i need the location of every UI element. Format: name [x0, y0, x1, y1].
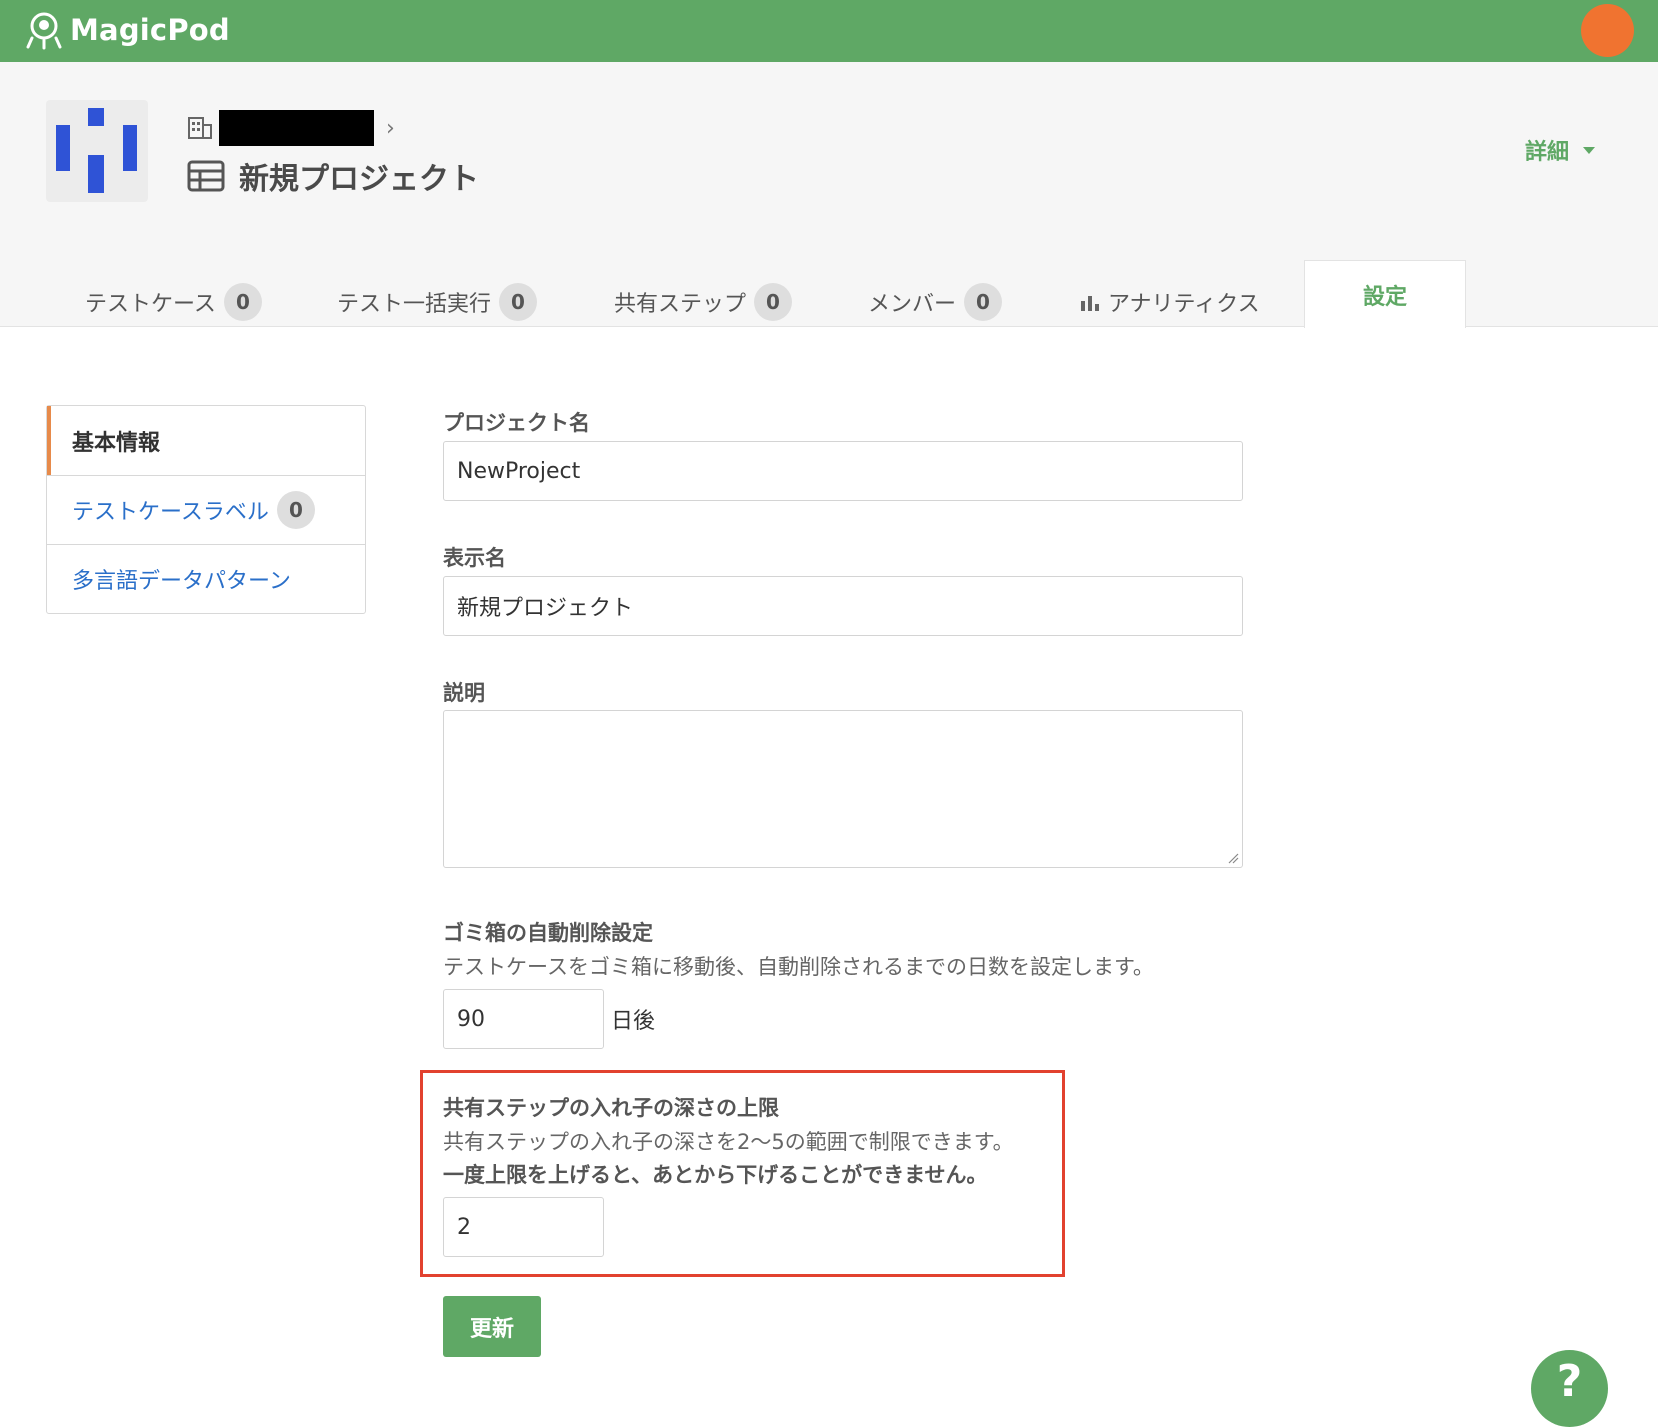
nest-depth-input[interactable]: 2: [443, 1197, 604, 1257]
tab-label: アナリティクス: [1108, 292, 1260, 317]
tab-shared-steps[interactable]: 共有ステップ 0: [614, 277, 793, 327]
caret-down-icon: [1583, 146, 1596, 154]
project-header: › 新規プロジェクト 詳細 テストケース 0 テスト一括実行 0 共有ステップ …: [0, 62, 1658, 328]
building-icon: [188, 117, 212, 139]
sidebar-item-test-case-labels[interactable]: テストケースラベル 0: [47, 475, 365, 544]
table-icon: [187, 160, 225, 192]
trash-setting-label: ゴミ箱の自動削除設定: [443, 921, 653, 945]
project-name-label: プロジェクト名: [443, 411, 590, 435]
details-label: 詳細: [1525, 140, 1570, 165]
project-title-row: 新規プロジェクト: [187, 154, 479, 198]
display-name-input[interactable]: 新規プロジェクト: [443, 576, 1243, 636]
chevron-right-icon: ›: [386, 115, 395, 141]
sidebar-item-data-patterns[interactable]: 多言語データパターン: [47, 544, 365, 613]
app-logo[interactable]: MagicPod: [24, 10, 230, 50]
sidebar-item-label: 多言語データパターン: [72, 569, 291, 594]
tab-label: テストケース: [85, 292, 216, 317]
project-name-input[interactable]: NewProject: [443, 441, 1243, 501]
sidebar-item-label: テストケースラベル: [72, 500, 269, 525]
tab-label: メンバー: [868, 292, 957, 317]
nest-depth-warning: 一度上限を上げると、あとから下げることができません。: [443, 1163, 988, 1187]
app-name: MagicPod: [70, 13, 230, 47]
help-button[interactable]: ?: [1531, 1350, 1608, 1427]
sidebar-item-basic-info[interactable]: 基本情報: [47, 406, 365, 475]
trash-days-input[interactable]: 90: [443, 989, 604, 1049]
organization-name-redacted[interactable]: [219, 110, 374, 146]
bar-chart-icon: [1081, 296, 1099, 311]
page-title: 新規プロジェクト: [239, 162, 479, 197]
description-label: 説明: [443, 681, 485, 705]
magicpod-logo-icon: [26, 12, 62, 50]
tab-analytics[interactable]: アナリティクス: [1080, 277, 1260, 327]
tab-label: 設定: [1362, 284, 1407, 310]
resize-handle-icon[interactable]: [1227, 852, 1239, 864]
display-name-label: 表示名: [443, 546, 506, 570]
sidebar-item-label: 基本情報: [72, 430, 161, 456]
count-badge: 0: [223, 283, 262, 321]
count-badge: 0: [754, 283, 793, 321]
settings-sidebar: 基本情報 テストケースラベル 0 多言語データパターン: [46, 405, 366, 614]
tab-members[interactable]: メンバー 0: [868, 277, 1003, 327]
tab-label: 共有ステップ: [614, 292, 747, 317]
count-badge: 0: [499, 283, 538, 321]
breadcrumb: ›: [187, 110, 395, 146]
count-badge: 0: [964, 283, 1003, 321]
project-logo: [46, 100, 148, 202]
top-bar: MagicPod: [0, 0, 1658, 62]
description-textarea[interactable]: [443, 710, 1243, 868]
nest-depth-help: 共有ステップの入れ子の深さを2〜5の範囲で制限できます。: [443, 1130, 1014, 1154]
nest-depth-label: 共有ステップの入れ子の深さの上限: [443, 1096, 779, 1120]
tab-label: テスト一括実行: [337, 292, 492, 317]
details-dropdown[interactable]: 詳細: [1525, 134, 1596, 166]
count-badge: 0: [276, 491, 315, 529]
tab-batch-run[interactable]: テスト一括実行 0: [337, 277, 538, 327]
tab-settings[interactable]: 設定: [1304, 260, 1466, 328]
user-avatar[interactable]: [1581, 4, 1634, 57]
tab-test-cases[interactable]: テストケース 0: [85, 277, 262, 327]
trash-setting-help: テストケースをゴミ箱に移動後、自動削除されるまでの日数を設定します。: [443, 955, 1154, 979]
update-button[interactable]: 更新: [443, 1296, 541, 1357]
trash-days-unit: 日後: [611, 1009, 656, 1034]
